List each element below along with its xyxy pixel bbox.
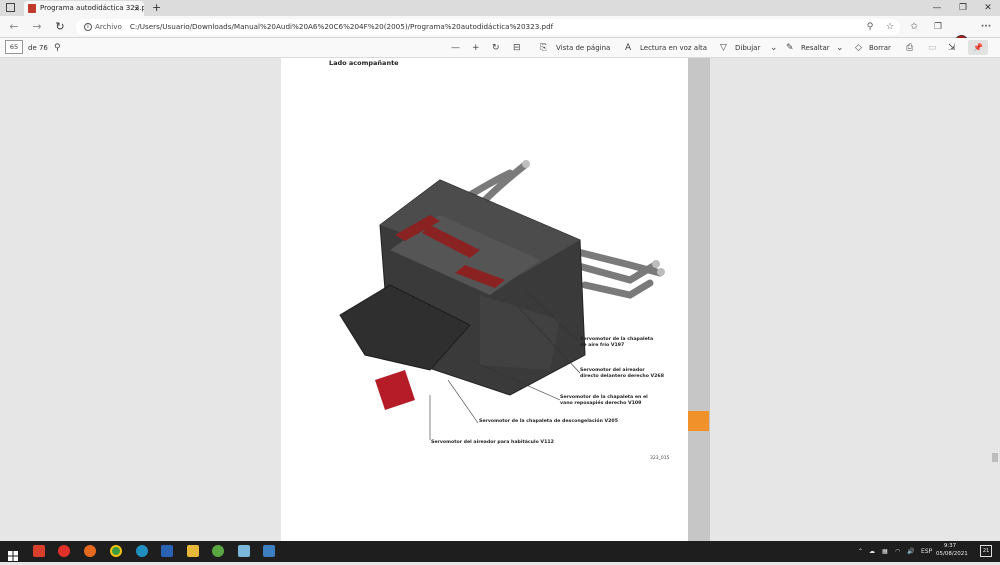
favorites-icon[interactable]: ✩ — [906, 19, 922, 35]
notepad-icon[interactable] — [238, 545, 250, 557]
onedrive-icon[interactable]: ☁ — [869, 541, 875, 562]
url-scheme-label: Archivo — [95, 22, 122, 31]
minimize-button[interactable]: — — [927, 0, 947, 16]
url-input[interactable]: i Archivo C:/Users/Usuario/Downloads/Manua… — [76, 19, 900, 35]
zoom-out-button[interactable]: — — [451, 38, 460, 58]
file-explorer-icon[interactable] — [187, 545, 199, 557]
pin-toolbar-icon[interactable]: 📌 — [968, 40, 988, 55]
save-as-icon[interactable]: ⇲ — [948, 38, 956, 58]
firefox-icon[interactable] — [84, 545, 96, 557]
volume-icon[interactable]: 🔊 — [907, 541, 914, 562]
new-tab-button[interactable]: + — [152, 0, 161, 16]
pdf-icon — [28, 4, 36, 13]
restore-button[interactable]: ❐ — [953, 0, 973, 16]
notifications-badge[interactable]: 21 — [980, 545, 992, 557]
url-text: C:/Users/Usuario/Downloads/Manual%20Audi… — [129, 22, 554, 31]
tab-actions-icon[interactable] — [6, 3, 15, 12]
chevron-down-icon[interactable]: ⌄ — [770, 38, 778, 58]
pdf-toolbar: 65 de 76 ⚲ — + ↻ ⊟ ⎘ Vista de página A L… — [0, 38, 1000, 58]
page-total-label: de 76 — [28, 44, 48, 52]
page-view-icon[interactable]: ⎘ — [540, 38, 547, 58]
scrollbar-thumb[interactable] — [992, 453, 998, 462]
tab-pdf[interactable]: Programa autodidáctica 323.pdf × — [24, 1, 144, 16]
opera-icon[interactable] — [58, 545, 70, 557]
tab-title: Programa autodidáctica 323.pdf — [40, 4, 144, 12]
collections-icon[interactable]: ❐ — [930, 19, 946, 35]
network-icon[interactable]: ▦ — [882, 541, 888, 562]
print-icon[interactable]: ⎙ — [906, 38, 913, 58]
tab-close-icon[interactable]: × — [133, 1, 140, 16]
wifi-icon[interactable]: ◠ — [895, 541, 900, 562]
favorite-star-icon[interactable]: ☆ — [882, 19, 898, 35]
language-indicator[interactable]: ESP — [921, 541, 932, 562]
chrome-icon[interactable] — [110, 545, 122, 557]
info-icon[interactable]: i — [84, 23, 92, 31]
read-aloud-button[interactable]: Lectura en voz alta — [640, 38, 707, 58]
back-arrow-icon[interactable]: ← — [6, 19, 22, 35]
more-options-icon[interactable]: ··· — [978, 19, 994, 35]
climate-unit-illustration — [339, 160, 665, 440]
label-v109: Servomotor de la chapaleta en el vano rep… — [560, 395, 648, 406]
highlight-icon[interactable]: ✎ — [786, 38, 794, 58]
mail-icon[interactable] — [161, 545, 173, 557]
forward-arrow-icon[interactable]: → — [29, 19, 45, 35]
clock-date: 05/08/2021 — [936, 551, 968, 557]
save-icon[interactable]: ▭ — [928, 38, 937, 58]
zoom-in-button[interactable]: + — [472, 38, 480, 58]
page-shadow-band — [688, 58, 710, 541]
rotate-icon[interactable]: ↻ — [492, 38, 500, 58]
tray-chevron-icon[interactable]: ⌃ — [858, 541, 863, 562]
image-viewer-icon[interactable] — [263, 545, 275, 557]
taskbar — [0, 541, 1000, 562]
refresh-icon[interactable]: ↻ — [52, 19, 68, 35]
windows-start-icon[interactable] — [8, 546, 18, 561]
utorrent-icon[interactable] — [212, 545, 224, 557]
clock-time: 9:37 — [943, 543, 957, 549]
highlight-button[interactable]: Resaltar — [801, 38, 830, 58]
clock[interactable]: 9:37 05/08/2021 — [936, 542, 968, 558]
page-view-button[interactable]: Vista de página — [556, 38, 610, 58]
search-icon[interactable]: ⚲ — [54, 38, 61, 58]
page-number-input[interactable]: 65 — [5, 40, 23, 54]
eraser-icon[interactable]: ◇ — [855, 38, 862, 58]
figure-number: 323_015 — [650, 456, 670, 461]
page-heading: Lado acompañante — [329, 59, 399, 67]
label-v205: Servomotor de la chapaleta de descongela… — [479, 419, 618, 424]
address-bar-row: ← → ↻ i Archivo C:/Users/Usuario/Downloads… — [0, 16, 1000, 48]
fit-page-icon[interactable]: ⊟ — [513, 38, 521, 58]
read-aloud-icon[interactable]: A — [625, 38, 631, 58]
section-tab-marker — [688, 411, 709, 431]
close-window-button[interactable]: ✕ — [978, 0, 998, 16]
draw-icon[interactable]: ▽ — [720, 38, 727, 58]
draw-button[interactable]: Dibujar — [735, 38, 760, 58]
edge-icon[interactable] — [136, 545, 148, 557]
chevron-down-icon[interactable]: ⌄ — [836, 38, 844, 58]
erase-button[interactable]: Borrar — [869, 38, 891, 58]
label-v112: Servomotor del aireador para habitáculo … — [431, 440, 554, 445]
office-icon[interactable] — [33, 545, 45, 557]
label-v197: Servomotor de la chapaleta de aire frío V… — [580, 337, 654, 348]
zoom-icon[interactable]: ⚲ — [862, 19, 878, 35]
tab-bar: Programa autodidáctica 323.pdf × + — ❐ ✕ — [0, 0, 1000, 16]
label-v268: Servomotor del aireador directo delantero… — [580, 368, 664, 379]
